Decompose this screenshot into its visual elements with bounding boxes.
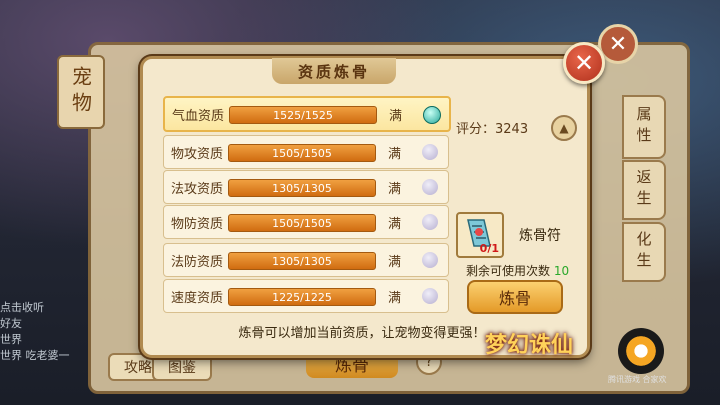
select-radio[interactable] xyxy=(422,144,438,160)
chat-line: 好友 xyxy=(0,317,22,330)
aptitude-row-mag-def[interactable]: 法防资质 1305/1305 满 xyxy=(163,243,449,277)
aptitude-name: 物防资质 xyxy=(171,217,224,232)
dialog-title: 资质炼骨 xyxy=(272,58,396,84)
remain-label: 剩余可使用次数 xyxy=(466,264,551,278)
aptitude-bar: 1525/1525 xyxy=(229,106,377,124)
select-radio[interactable] xyxy=(422,214,438,230)
select-radio[interactable] xyxy=(422,288,438,304)
aptitude-name: 速度资质 xyxy=(171,291,224,306)
pet-tab[interactable]: 宠物 xyxy=(57,55,105,129)
full-label: 满 xyxy=(388,182,402,197)
full-label: 满 xyxy=(388,217,402,232)
full-label: 满 xyxy=(388,147,402,162)
aptitude-bar: 1305/1305 xyxy=(228,179,376,197)
publisher-text: 腾讯游戏 合家欢 xyxy=(608,375,667,384)
aptitude-name: 法防资质 xyxy=(171,255,224,270)
publisher-logo-icon xyxy=(618,328,664,374)
aptitude-bar: 1505/1505 xyxy=(228,214,376,232)
item-name: 炼骨符 xyxy=(519,228,561,244)
full-label: 满 xyxy=(388,255,402,270)
score-label: 评分： xyxy=(456,122,496,137)
score-display: 评分：3243 xyxy=(456,118,528,137)
select-radio[interactable] xyxy=(422,179,438,195)
tab-attributes[interactable]: 属性 xyxy=(622,95,666,159)
tab-rebirth[interactable]: 返生 xyxy=(622,160,666,220)
chat-line[interactable]: 点击收听 xyxy=(0,300,86,316)
item-count: 0/1 xyxy=(479,242,499,255)
aptitude-name: 气血资质 xyxy=(172,109,225,124)
aptitude-row-phys-def[interactable]: 物防资质 1505/1505 满 xyxy=(163,205,449,239)
full-label: 满 xyxy=(389,109,403,124)
tab-transform[interactable]: 化生 xyxy=(622,222,666,282)
upgrade-arrow-icon[interactable]: ▲ xyxy=(551,115,577,141)
aptitude-row-mag-atk[interactable]: 法攻资质 1305/1305 满 xyxy=(163,170,449,204)
select-radio[interactable] xyxy=(422,252,438,268)
aptitude-row-hp[interactable]: 气血资质 1525/1525 满 xyxy=(163,96,451,132)
chat-line: 世界 吃老婆一 xyxy=(0,349,70,362)
remain-value: 10 xyxy=(553,264,570,278)
full-label: 满 xyxy=(388,291,402,306)
refine-button[interactable]: 炼骨 xyxy=(467,280,563,314)
aptitude-bar: 1505/1505 xyxy=(228,144,376,162)
aptitude-name: 法攻资质 xyxy=(171,182,224,197)
remaining-uses: 剩余可使用次数 10 xyxy=(466,262,569,279)
select-radio[interactable] xyxy=(423,106,441,124)
aptitude-bar: 1225/1225 xyxy=(228,288,376,306)
chat-panel: 点击收听 好友 世界 世界 吃老婆一 xyxy=(0,300,86,364)
game-logo: 梦幻诛仙 xyxy=(485,332,574,358)
close-button[interactable]: ✕ xyxy=(563,42,605,84)
aptitude-bar: 1305/1305 xyxy=(228,252,376,270)
refine-talisman-slot[interactable]: 0/1 xyxy=(456,212,504,258)
aptitude-row-phys-atk[interactable]: 物攻资质 1505/1505 满 xyxy=(163,135,449,169)
chat-line: 世界 xyxy=(0,333,22,346)
aptitude-name: 物攻资质 xyxy=(171,147,224,162)
score-value: 3243 xyxy=(495,122,529,137)
aptitude-row-speed[interactable]: 速度资质 1225/1225 满 xyxy=(163,279,449,313)
